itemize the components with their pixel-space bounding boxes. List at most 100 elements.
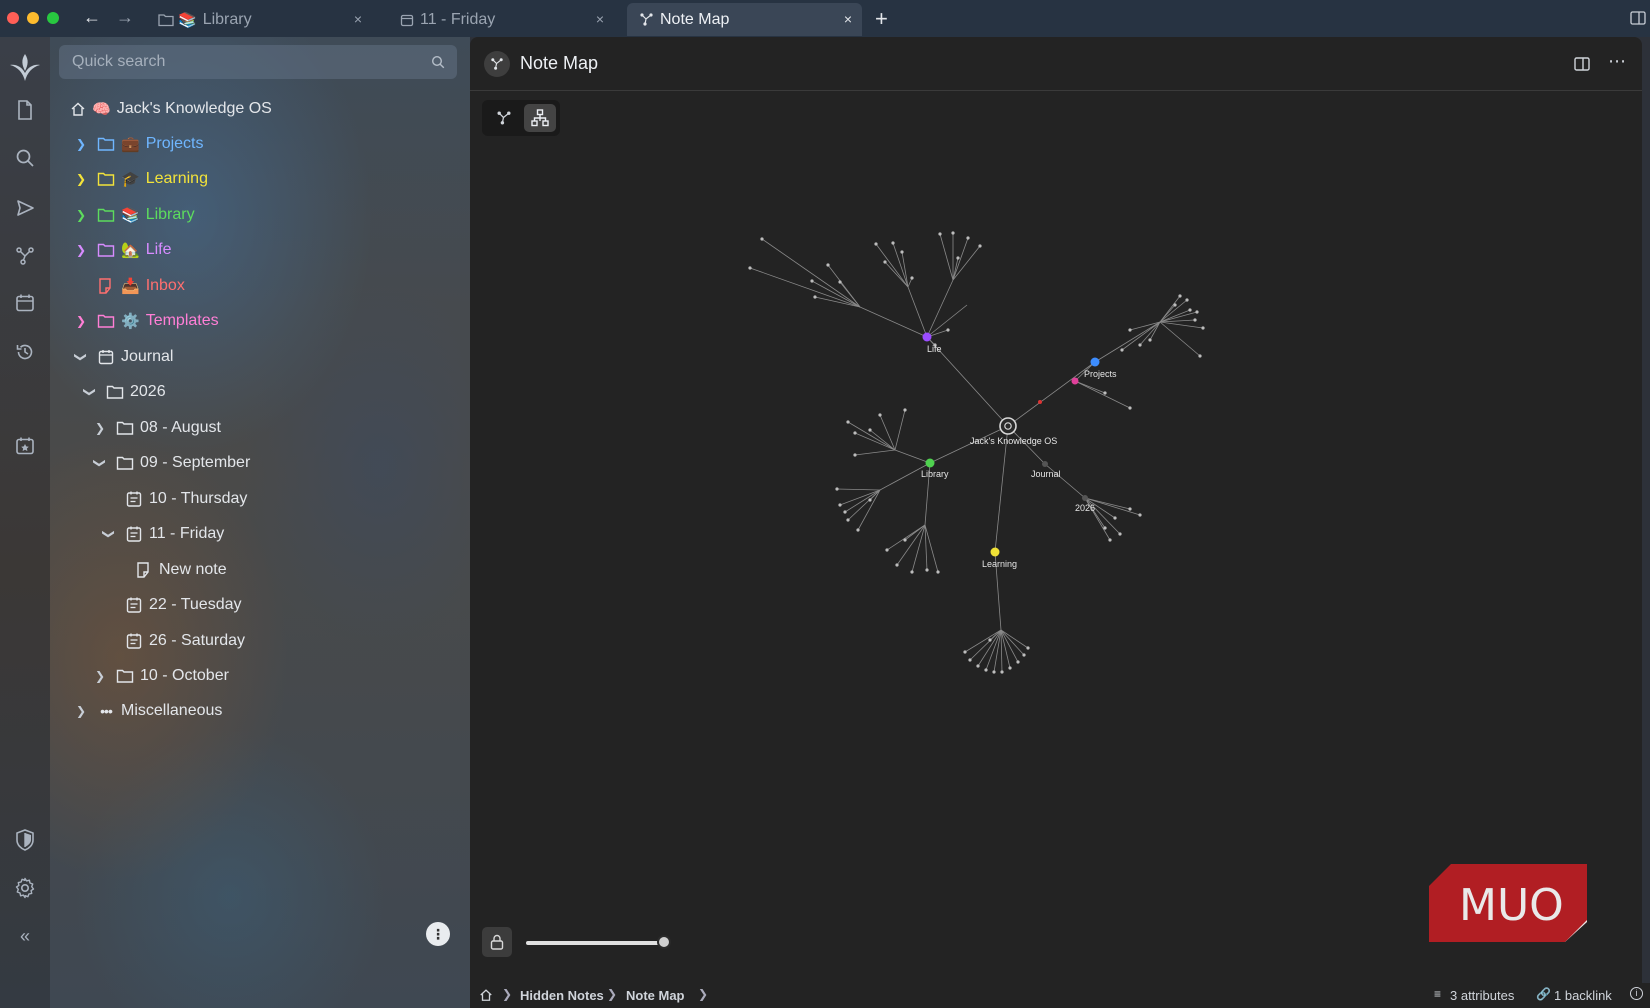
graph-leaf-node[interactable] (956, 256, 960, 260)
chevron-right-icon[interactable]: ❯ (73, 208, 89, 222)
graph-leaf-node[interactable] (1148, 338, 1152, 342)
tree-item-journal[interactable]: ❯ Journal (73, 342, 173, 372)
graph-leaf-node[interactable] (1201, 326, 1205, 330)
split-layout-icon[interactable] (1630, 11, 1646, 25)
chevron-down-icon[interactable]: ❯ (93, 455, 107, 471)
split-pane-icon[interactable] (1574, 57, 1590, 71)
graph-leaf-node[interactable] (810, 279, 814, 283)
tree-item-saturday[interactable]: 26 - Saturday (101, 626, 245, 656)
forward-arrow-icon[interactable]: → (116, 7, 134, 28)
graph-leaf-node[interactable] (853, 431, 857, 435)
search-icon[interactable] (12, 145, 38, 171)
zoom-slider-thumb[interactable] (657, 935, 671, 949)
graph-leaf-node[interactable] (1103, 526, 1107, 530)
graph-leaf-node[interactable] (868, 428, 872, 432)
graph-leaf-node[interactable] (936, 570, 940, 574)
graph-leaf-node[interactable] (1188, 308, 1192, 312)
graph-leaf-node[interactable] (1128, 507, 1132, 511)
tree-item-life[interactable]: ❯ 🏡 Life (73, 235, 172, 265)
graph-leaf-node[interactable] (835, 487, 839, 491)
graph-leaf-node[interactable] (966, 236, 970, 240)
tree-item-august[interactable]: ❯ 08 - August (92, 413, 221, 443)
graph-leaf-node[interactable] (951, 231, 955, 235)
note-type-icon[interactable] (484, 51, 510, 77)
tree-item-miscellaneous[interactable]: ❯ ••• Miscellaneous (73, 696, 222, 726)
tree-item-tuesday[interactable]: 22 - Tuesday (101, 590, 242, 620)
tree-item-inbox[interactable]: 📥 Inbox (73, 271, 185, 301)
graph-leaf-node[interactable] (1103, 391, 1107, 395)
graph-leaf-node[interactable] (963, 650, 967, 654)
graph-leaf-node[interactable] (1195, 310, 1199, 314)
graph-node-small-red[interactable] (1038, 400, 1042, 404)
protected-session-icon[interactable] (12, 827, 38, 853)
note-graph[interactable]: Jack's Knowledge OS Life Projects Librar… (470, 92, 1642, 983)
tree-item-2026[interactable]: ❯ 2026 (82, 377, 166, 407)
attributes-count[interactable]: 3 attributes (1450, 988, 1514, 1003)
graph-node-2026[interactable] (1082, 495, 1088, 501)
graph-leaf-node[interactable] (843, 510, 847, 514)
chevron-right-icon[interactable]: ❯ (73, 172, 89, 186)
tree-item-friday[interactable]: ❯ 11 - Friday (101, 519, 224, 549)
app-logo-icon[interactable] (8, 51, 42, 85)
tree-item-september[interactable]: ❯ 09 - September (92, 448, 250, 478)
minimize-window-button[interactable] (27, 12, 39, 24)
graph-leaf-node[interactable] (984, 668, 988, 672)
zoom-slider[interactable] (526, 935, 671, 949)
chevron-right-icon[interactable]: ❯ (92, 669, 108, 683)
graph-leaf-node[interactable] (853, 453, 857, 457)
graph-leaf-node[interactable] (826, 263, 830, 267)
info-icon[interactable]: i (1630, 987, 1643, 1000)
graph-leaf-node[interactable] (1118, 532, 1122, 536)
close-window-button[interactable] (7, 12, 19, 24)
backlink-count[interactable]: 1 backlink (1554, 988, 1612, 1003)
tree-item-projects[interactable]: ❯ 💼 Projects (73, 129, 204, 159)
graph-leaf-node[interactable] (895, 563, 899, 567)
back-arrow-icon[interactable]: ← (83, 7, 101, 28)
today-calendar-icon[interactable] (12, 433, 38, 459)
graph-node-library[interactable] (925, 458, 935, 468)
chevron-down-icon[interactable]: ❯ (74, 349, 88, 365)
graph-leaf-node[interactable] (1022, 653, 1026, 657)
chevron-right-icon[interactable]: ❯ (73, 243, 89, 257)
graph-leaf-node[interactable] (885, 548, 889, 552)
graph-node-root[interactable] (999, 417, 1017, 435)
tree-item-thursday[interactable]: 10 - Thursday (101, 484, 247, 514)
graph-leaf-node[interactable] (856, 528, 860, 532)
tree-item-library[interactable]: ❯ 📚 Library (73, 200, 195, 230)
chevron-right-icon[interactable]: ❯ (92, 421, 108, 435)
graph-leaf-node[interactable] (1128, 406, 1132, 410)
graph-leaf-node[interactable] (883, 260, 887, 264)
breadcrumb-hidden-notes[interactable]: Hidden Notes (520, 988, 604, 1003)
chevron-right-icon[interactable]: ❯ (73, 137, 89, 151)
chevron-down-icon[interactable]: ❯ (102, 526, 116, 542)
graph-leaf-node[interactable] (838, 280, 842, 284)
graph-leaf-node[interactable] (846, 518, 850, 522)
more-options-icon[interactable]: ⋯ (1608, 51, 1627, 72)
history-icon[interactable] (12, 339, 38, 365)
graph-leaf-node[interactable] (910, 276, 914, 280)
graph-node-life[interactable] (922, 332, 932, 342)
graph-leaf-node[interactable] (838, 503, 842, 507)
graph-leaf-node[interactable] (978, 244, 982, 248)
graph-leaf-node[interactable] (1178, 294, 1182, 298)
close-tab-icon[interactable]: × (596, 11, 604, 27)
close-tab-icon[interactable]: × (354, 11, 362, 27)
graph-leaf-node[interactable] (1120, 348, 1124, 352)
graph-leaf-node[interactable] (1016, 660, 1020, 664)
chevron-right-icon[interactable]: ❯ (73, 314, 89, 328)
graph-leaf-node[interactable] (874, 242, 878, 246)
graph-leaf-node[interactable] (968, 658, 972, 662)
graph-leaf-node[interactable] (1000, 670, 1004, 674)
graph-node-projects-secondary[interactable] (1071, 377, 1079, 385)
tree-item-learning[interactable]: ❯ 🎓 Learning (73, 164, 208, 194)
note-title[interactable]: Note Map (520, 53, 598, 74)
chevron-down-icon[interactable]: ❯ (83, 384, 97, 400)
graph-leaf-node[interactable] (868, 498, 872, 502)
graph-leaf-node[interactable] (976, 664, 980, 668)
chevron-right-icon[interactable]: ❯ (73, 704, 89, 718)
graph-leaf-node[interactable] (900, 250, 904, 254)
calendar-icon[interactable] (12, 290, 38, 316)
graph-leaf-node[interactable] (1198, 354, 1202, 358)
tab-library[interactable]: 📚 Library × (150, 3, 372, 36)
zoom-window-button[interactable] (47, 12, 59, 24)
